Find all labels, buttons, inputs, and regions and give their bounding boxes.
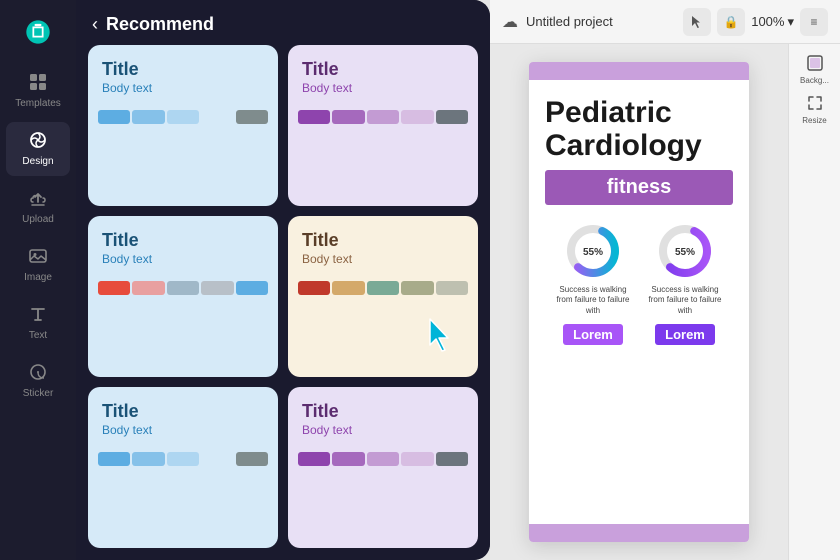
svg-text:55%: 55% <box>675 247 695 258</box>
zoom-value: 100% <box>751 14 784 29</box>
menu-button[interactable]: ≡ <box>800 8 828 36</box>
design-card-5[interactable]: Title Body text <box>88 387 278 548</box>
lorem-btn-2[interactable]: Lorem <box>655 324 715 345</box>
image-icon <box>28 246 48 269</box>
chart-item-2: 55% Success is walking from failure to f… <box>645 221 725 345</box>
card-4-title: Title <box>302 230 464 252</box>
canvas-area: Pediatric Cardiology fitness <box>490 44 840 560</box>
design-card-6[interactable]: Title Body text <box>288 387 478 548</box>
main-content: ‹ Recommend Title Body text <box>76 0 490 560</box>
sidebar-item-templates[interactable]: Templates <box>6 64 70 118</box>
zoom-chevron: ▾ <box>787 14 794 30</box>
card-5-title: Title <box>102 401 264 423</box>
card-2-title: Title <box>302 59 464 81</box>
sidebar-item-text[interactable]: Text <box>6 296 70 350</box>
design-card-1[interactable]: Title Body text <box>88 45 278 206</box>
card-6-body: Body text <box>302 423 464 439</box>
canvas-header-band <box>529 62 749 80</box>
panel-title: Recommend <box>106 14 214 35</box>
design-canvas: Pediatric Cardiology fitness <box>529 62 749 542</box>
chart-1-caption: Success is walking from failure to failu… <box>553 285 633 316</box>
canvas-footer-band <box>529 524 749 542</box>
card-1-swatches <box>88 104 278 134</box>
design-label: Design <box>22 156 53 168</box>
panel-header: ‹ Recommend <box>76 0 490 45</box>
sidebar: Templates Design Upload <box>0 0 76 560</box>
right-toolbar: Backg... Resize <box>788 44 840 560</box>
app-logo <box>18 12 58 52</box>
lock-button[interactable]: 🔒 <box>717 8 745 36</box>
canvas-content: Pediatric Cardiology fitness <box>490 44 788 560</box>
desktop-panel: ☁ Untitled project 🔒 100% ▾ ≡ Pediatric … <box>490 0 840 560</box>
sidebar-item-upload[interactable]: Upload <box>6 180 70 234</box>
lorem-btn-1[interactable]: Lorem <box>563 324 623 345</box>
templates-icon <box>28 72 48 95</box>
templates-label: Templates <box>15 98 61 110</box>
titlebar-controls: 🔒 100% ▾ ≡ <box>683 8 828 36</box>
card-4-body: Body text <box>302 252 464 268</box>
design-card-3[interactable]: Title Body text <box>88 216 278 377</box>
upload-label: Upload <box>22 214 54 226</box>
sticker-label: Sticker <box>23 388 54 400</box>
chart-2-caption: Success is walking from failure to failu… <box>645 285 725 316</box>
cursor-overlay <box>426 317 458 349</box>
sidebar-item-sticker[interactable]: Sticker <box>6 354 70 408</box>
resize-label: Resize <box>802 116 826 125</box>
text-label: Text <box>29 330 47 342</box>
cards-grid: Title Body text Title Body text <box>76 45 490 560</box>
resize-icon <box>807 95 823 114</box>
card-5-swatches <box>88 446 278 476</box>
design-card-2[interactable]: Title Body text <box>288 45 478 206</box>
card-3-body: Body text <box>102 252 264 268</box>
mobile-panel: Templates Design Upload <box>0 0 490 560</box>
canvas-subheading: fitness <box>545 170 733 205</box>
desktop-titlebar: ☁ Untitled project 🔒 100% ▾ ≡ <box>490 0 840 44</box>
card-1-title: Title <box>102 59 264 81</box>
image-label: Image <box>24 272 52 284</box>
card-2-body: Body text <box>302 81 464 97</box>
card-3-swatches <box>88 275 278 305</box>
design-card-4[interactable]: Title Body text <box>288 216 478 377</box>
card-6-title: Title <box>302 401 464 423</box>
zoom-control: 100% ▾ <box>751 14 794 30</box>
card-2-swatches <box>288 104 478 134</box>
chart-item-1: 55% Success is walking from failure to f… <box>553 221 633 345</box>
resize-tool[interactable]: Resize <box>795 92 835 128</box>
svg-text:55%: 55% <box>583 247 603 258</box>
upload-icon <box>28 188 48 211</box>
back-button[interactable]: ‹ <box>92 14 98 35</box>
charts-row: 55% Success is walking from failure to f… <box>545 221 733 345</box>
sidebar-item-image[interactable]: Image <box>6 238 70 292</box>
donut-chart-1: 55% <box>563 221 623 281</box>
canvas-heading: Pediatric Cardiology <box>545 96 733 162</box>
sticker-icon <box>28 362 48 385</box>
card-4-swatches <box>288 275 478 305</box>
text-icon <box>28 304 48 327</box>
card-3-title: Title <box>102 230 264 252</box>
card-1-body: Body text <box>102 81 264 97</box>
card-6-swatches <box>288 446 478 476</box>
background-label: Backg... <box>800 76 829 85</box>
background-icon <box>807 55 823 74</box>
donut-chart-2: 55% <box>655 221 715 281</box>
canvas-main-content: Pediatric Cardiology fitness <box>529 80 749 524</box>
cloud-icon: ☁ <box>502 12 518 32</box>
background-tool[interactable]: Backg... <box>795 52 835 88</box>
sidebar-item-design[interactable]: Design <box>6 122 70 176</box>
card-5-body: Body text <box>102 423 264 439</box>
project-name: Untitled project <box>526 14 675 29</box>
cursor-tool-button[interactable] <box>683 8 711 36</box>
design-icon <box>28 130 48 153</box>
